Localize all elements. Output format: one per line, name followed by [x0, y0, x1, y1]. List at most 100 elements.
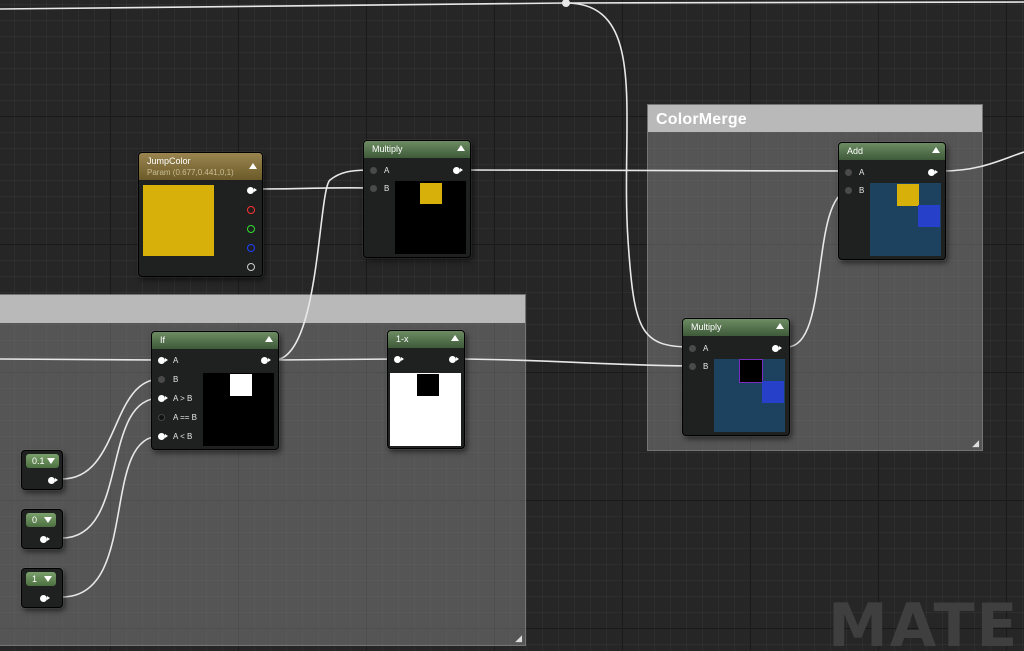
- output-pin[interactable]: [40, 595, 50, 602]
- collapse-arrow-icon[interactable]: [265, 336, 273, 342]
- collapse-arrow-icon[interactable]: [249, 163, 257, 169]
- input-pin-b[interactable]: [845, 187, 852, 194]
- output-pin[interactable]: [40, 536, 50, 543]
- output-pin[interactable]: [928, 169, 938, 176]
- wire-const1-to-if-altb[interactable]: [61, 435, 161, 598]
- node-header[interactable]: JumpColor Param (0.677,0.441,0,1): [139, 153, 262, 180]
- output-pin[interactable]: [449, 356, 459, 363]
- input-pin-a[interactable]: [689, 345, 696, 352]
- input-pin-a-gt-b[interactable]: [158, 395, 168, 402]
- output-pin[interactable]: [48, 477, 58, 484]
- wire-layer: [0, 0, 1024, 598]
- node-title: JumpColor: [147, 156, 191, 166]
- wire-oneminus-to-multiply2-b[interactable]: [459, 358, 692, 367]
- material-watermark: MATERI: [828, 591, 1024, 651]
- jumpcolor-node[interactable]: JumpColor Param (0.677,0.441,0,1): [138, 152, 263, 277]
- constant-node-0-1[interactable]: 0.1: [21, 450, 63, 490]
- input-pin-a[interactable]: [158, 357, 168, 364]
- pin-label-a-gt-b: A > B: [173, 394, 193, 403]
- pin-label-a: A: [384, 166, 390, 175]
- input-pin-a[interactable]: [370, 167, 377, 174]
- wire-add-out[interactable]: [941, 151, 1024, 172]
- input-pin-b[interactable]: [689, 363, 696, 370]
- output-pin[interactable]: [261, 357, 271, 364]
- wire-reroute-dot[interactable]: [562, 0, 570, 7]
- wire-top-right[interactable]: [565, 1, 1024, 4]
- output-pin-b[interactable]: [247, 244, 255, 252]
- constant-header[interactable]: 0.1: [26, 454, 59, 468]
- preview-yellow-square: [420, 183, 442, 204]
- pin-label-a-eq-b: A == B: [173, 413, 198, 422]
- output-pin-rgba[interactable]: [247, 187, 257, 194]
- if-node[interactable]: If A B A > B A == B A < B: [151, 331, 279, 450]
- pin-label-a: A: [859, 168, 865, 177]
- preview-black-square: [417, 374, 439, 396]
- pin-label-a: A: [173, 356, 179, 365]
- graph-canvas[interactable]: ◢ ColorMerge ◢ JumpColor Param (0.677,0.…: [0, 0, 1024, 651]
- wire-top-to-multiply2[interactable]: [565, 2, 692, 348]
- preview-thumbnail: [870, 183, 941, 256]
- multiply-node-2[interactable]: Multiply A B: [682, 318, 790, 436]
- collapse-arrow-icon[interactable]: [932, 147, 940, 153]
- one-minus-node[interactable]: 1-x: [387, 330, 465, 449]
- node-title: Multiply: [372, 144, 403, 154]
- wire-top[interactable]: [0, 2, 567, 10]
- wire-jumpcolor-to-multiply1-b[interactable]: [257, 186, 374, 190]
- output-pin-g[interactable]: [247, 225, 255, 233]
- node-title: If: [160, 335, 166, 345]
- preview-yellow-square: [897, 184, 919, 206]
- input-pin-a-lt-b[interactable]: [158, 433, 168, 440]
- wire-if-to-multiply1-a[interactable]: [273, 169, 374, 361]
- preview-blue-square: [762, 381, 784, 403]
- node-header[interactable]: Multiply: [364, 141, 470, 158]
- node-title: 1-x: [396, 334, 409, 344]
- pin-label-a: A: [703, 344, 709, 353]
- collapse-arrow-icon[interactable]: [451, 335, 459, 341]
- wire-left-to-if-a[interactable]: [0, 358, 161, 361]
- constant-header[interactable]: 0: [26, 513, 56, 527]
- node-title: Add: [847, 146, 864, 156]
- wire-const01-to-if-b[interactable]: [61, 378, 161, 480]
- input-pin-a[interactable]: [845, 169, 852, 176]
- input-pin-a-eq-b[interactable]: [158, 414, 165, 421]
- constant-value[interactable]: 1: [32, 574, 37, 584]
- node-header[interactable]: If: [152, 332, 278, 349]
- output-pin[interactable]: [453, 167, 463, 174]
- node-title: Multiply: [691, 322, 722, 332]
- constant-header[interactable]: 1: [26, 572, 56, 586]
- node-header[interactable]: Add: [839, 143, 945, 160]
- dropdown-arrow-icon[interactable]: [47, 458, 55, 464]
- color-preview: [143, 185, 214, 256]
- node-subtitle: Param (0.677,0.441,0,1): [147, 168, 234, 177]
- collapse-arrow-icon[interactable]: [457, 145, 465, 151]
- dropdown-arrow-icon[interactable]: [44, 517, 52, 523]
- preview-thumbnail: [395, 181, 466, 254]
- input-pin[interactable]: [394, 356, 404, 363]
- dropdown-arrow-icon[interactable]: [44, 576, 52, 582]
- multiply-node-1[interactable]: Multiply A B: [363, 140, 471, 258]
- constant-node-1[interactable]: 1: [21, 568, 63, 608]
- constant-value[interactable]: 0: [32, 515, 37, 525]
- wire-if-to-oneminus[interactable]: [273, 358, 397, 361]
- preview-white-square: [230, 374, 252, 396]
- wire-multiply1-to-add-a[interactable]: [464, 169, 849, 172]
- preview-thumbnail: [203, 373, 274, 446]
- add-node[interactable]: Add A B: [838, 142, 946, 260]
- input-pin-b[interactable]: [158, 376, 165, 383]
- preview-thumbnail: [714, 359, 785, 432]
- output-pin-r[interactable]: [247, 206, 255, 214]
- preview-black-square: [740, 360, 762, 382]
- constant-node-0[interactable]: 0: [21, 509, 63, 549]
- wire-const0-to-if-agtb[interactable]: [61, 397, 161, 539]
- preview-blue-square: [918, 205, 940, 227]
- node-header[interactable]: Multiply: [683, 319, 789, 336]
- node-header[interactable]: 1-x: [388, 331, 464, 348]
- pin-label-b: B: [173, 375, 179, 384]
- pin-label-b: B: [859, 186, 865, 195]
- input-pin-b[interactable]: [370, 185, 377, 192]
- output-pin-a[interactable]: [247, 263, 255, 271]
- pin-label-b: B: [384, 184, 390, 193]
- output-pin[interactable]: [772, 345, 782, 352]
- constant-value[interactable]: 0.1: [32, 456, 45, 466]
- collapse-arrow-icon[interactable]: [776, 323, 784, 329]
